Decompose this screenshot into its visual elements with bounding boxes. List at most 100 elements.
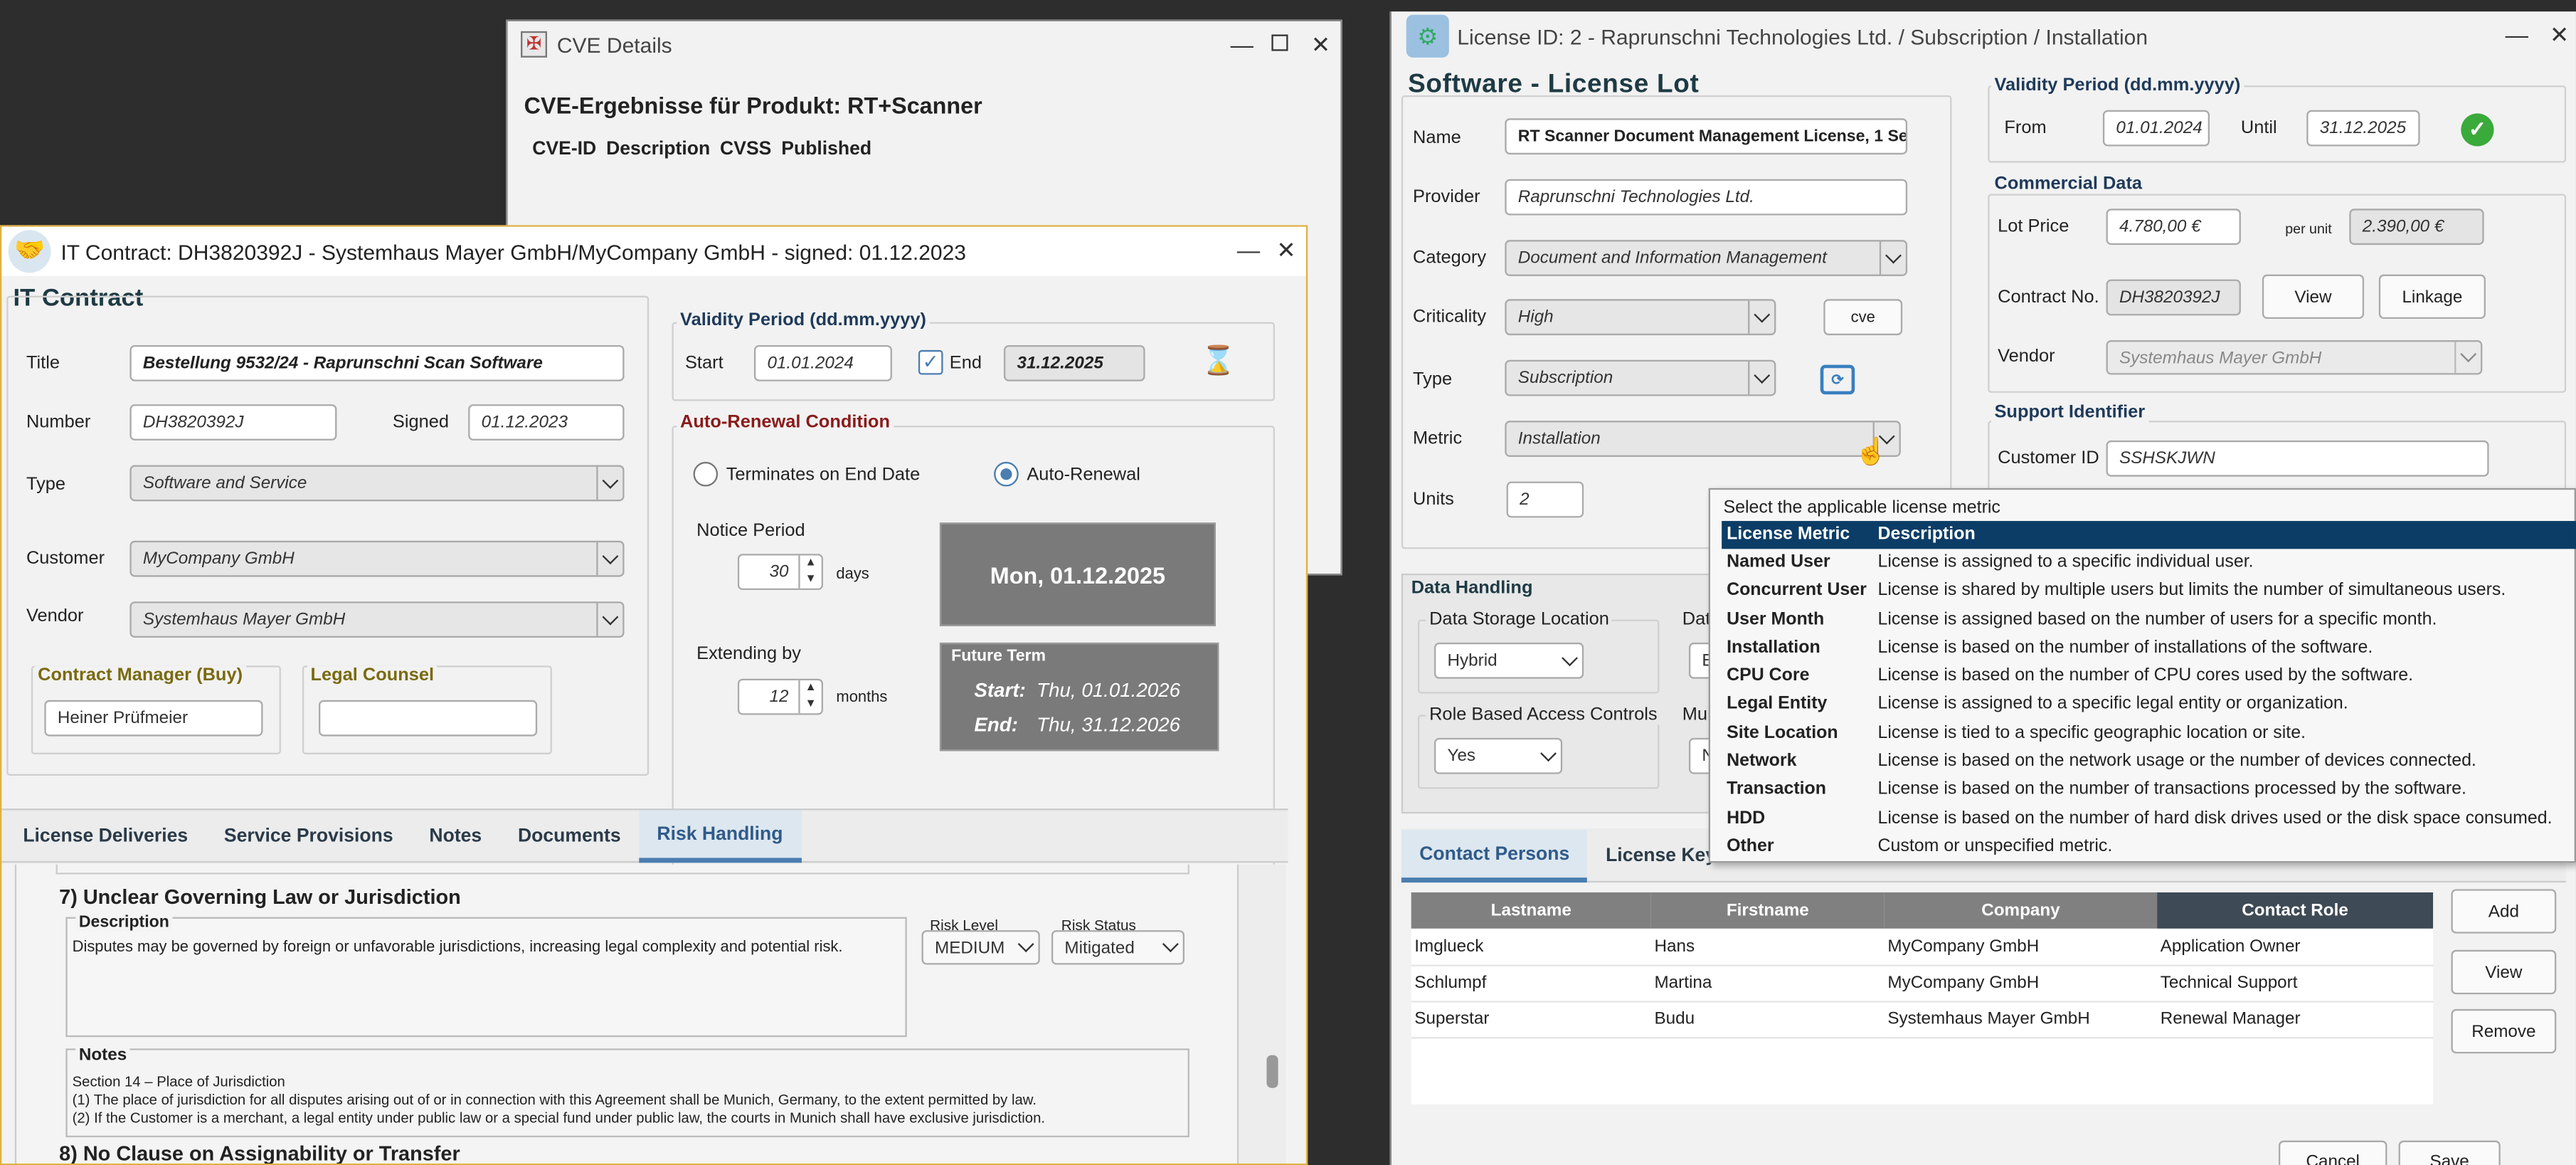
customer-id-input[interactable]: SSHSKJWN [2106, 440, 2489, 477]
criticality-select[interactable]: High [1505, 299, 1776, 336]
metric-option[interactable]: Network License is based on the network u… [1722, 748, 2576, 776]
start-input[interactable]: 01.01.2024 [753, 344, 892, 381]
until-input[interactable]: 31.12.2025 [2306, 110, 2420, 147]
end-input[interactable]: 31.12.2025 [1003, 344, 1145, 381]
maximize-icon[interactable] [1271, 34, 1288, 51]
table-row[interactable]: Superstar Budu Systemhaus Mayer GmbH Ren… [1411, 1001, 2434, 1038]
tab-contact-persons[interactable]: Contact Persons [1401, 830, 1588, 883]
chevron-down-icon[interactable] [1748, 300, 1774, 334]
chevron-down-icon[interactable] [596, 542, 622, 576]
tab-notes[interactable]: Notes [411, 810, 500, 863]
metric-option[interactable]: CPU Core License is based on the number o… [1722, 663, 2576, 691]
metric-option[interactable]: Site Location License is tied to a specif… [1722, 719, 2576, 748]
name-input[interactable]: RT Scanner Document Management License, … [1505, 118, 1908, 155]
cve-col-description[interactable]: Description [606, 139, 710, 159]
metric-option[interactable]: Installation License is based on the numb… [1722, 634, 2576, 663]
cve-button[interactable]: cve [1823, 299, 1903, 336]
number-input[interactable]: DH3820392J [129, 404, 337, 441]
chevron-down-icon[interactable] [1535, 739, 1561, 772]
metric-option[interactable]: HDD License is based on the number of har… [1722, 805, 2576, 833]
chevron-down-icon[interactable] [596, 603, 622, 636]
close-icon[interactable]: ✕ [1276, 237, 1295, 265]
scrollbar-thumb[interactable] [1266, 1055, 1278, 1088]
title-input[interactable]: Bestellung 9532/24 - Raprunschni Scan So… [129, 344, 625, 381]
lot-price-input[interactable]: 4.780,00 € [2106, 209, 2241, 246]
col-firstname[interactable]: Firstname [1650, 892, 1885, 929]
risk-level-select[interactable]: MEDIUM [921, 930, 1040, 965]
scrollbar-track[interactable] [1236, 864, 1287, 1164]
cancel-button[interactable]: Cancel [2278, 1140, 2387, 1165]
tab-license-deliveries[interactable]: License Deliveries [5, 810, 206, 863]
col-lastname[interactable]: Lastname [1411, 892, 1651, 929]
chevron-down-icon[interactable] [2454, 342, 2481, 374]
metric-select[interactable]: Installation [1505, 421, 1901, 457]
type-select[interactable]: Software and Service [129, 465, 625, 502]
metric-option[interactable]: Transaction License is based on the numbe… [1722, 776, 2576, 805]
category-select[interactable]: Document and Information Management [1505, 240, 1908, 276]
storage-select[interactable]: Hybrid [1434, 642, 1584, 679]
notice-stepper[interactable]: ▲ ▼ [798, 555, 821, 589]
view-contact-button[interactable]: View [2451, 949, 2557, 995]
per-unit-input[interactable]: 2.390,00 € [2349, 209, 2484, 246]
chevron-down-icon[interactable] [1556, 644, 1582, 677]
extending-stepper[interactable]: ▲ ▼ [798, 680, 821, 714]
contract-titlebar[interactable]: 🤝 IT Contract: DH3820392J - Systemhaus M… [1, 226, 1306, 276]
save-button[interactable]: Save [2398, 1140, 2501, 1165]
linkage-button[interactable]: Linkage [2378, 274, 2486, 320]
view-contract-button[interactable]: View [2262, 274, 2365, 320]
auto-renewal-label[interactable]: Auto-Renewal [1027, 465, 1140, 485]
customer-select[interactable]: MyCompany GmbH [129, 540, 625, 577]
tab-documents[interactable]: Documents [500, 810, 639, 863]
end-checkbox[interactable]: ✓ [918, 349, 943, 375]
chevron-down-icon[interactable] [1012, 932, 1039, 963]
minimize-icon[interactable]: — [1237, 237, 1260, 263]
tab-service-provisions[interactable]: Service Provisions [206, 810, 411, 863]
cve-titlebar[interactable]: ✠ CVE Details — ✕ [508, 21, 1341, 68]
contract-no-input[interactable]: DH3820392J [2106, 279, 2241, 316]
metric-option[interactable]: User Month License is assigned based on t… [1722, 606, 2576, 634]
metric-option-description: License is based on the number of hard d… [1877, 808, 2553, 828]
metric-option[interactable]: Named User License is assigned to a speci… [1722, 549, 2576, 577]
cve-col-id[interactable]: CVE-ID [532, 139, 596, 159]
risk-status-select[interactable]: Mitigated [1051, 930, 1185, 965]
metric-option[interactable]: Legal Entity License is assigned to a spe… [1722, 691, 2576, 719]
chevron-down-icon[interactable] [1748, 362, 1774, 395]
table-row[interactable]: Imglueck Hans MyCompany GmbH Application… [1411, 929, 2434, 965]
license-titlebar[interactable]: ⚙ License ID: 2 - Raprunschni Technologi… [1392, 11, 2576, 60]
table-row[interactable]: Schlumpf Martina MyCompany GmbH Technica… [1411, 965, 2434, 1001]
vendor-select[interactable]: Systemhaus Mayer GmbH [129, 601, 625, 638]
notes-text[interactable]: Section 14 – Place of Jurisdiction (1) T… [73, 1073, 1183, 1127]
chevron-down-icon[interactable] [1879, 241, 1906, 275]
provider-input[interactable]: Raprunschni Technologies Ltd. [1505, 179, 1908, 216]
calendar-refresh-icon[interactable]: ⟳ [1820, 364, 1855, 395]
lot-price-label: Lot Price [1998, 216, 2069, 237]
license-type-select[interactable]: Subscription [1505, 359, 1776, 396]
tab-risk-handling[interactable]: Risk Handling [639, 810, 801, 863]
metric-option[interactable]: Other Custom or unspecified metric. [1722, 833, 2576, 862]
col-company[interactable]: Company [1884, 892, 2158, 929]
units-input[interactable]: 2 [1506, 481, 1584, 518]
license-vendor-select[interactable]: Systemhaus Mayer GmbH [2106, 340, 2483, 375]
legal-counsel-input[interactable] [319, 700, 538, 737]
terminate-label[interactable]: Terminates on End Date [726, 465, 921, 485]
contract-manager-input[interactable]: Heiner Prüfmeier [44, 700, 263, 737]
minimize-icon[interactable]: — [1231, 31, 1253, 58]
close-icon[interactable]: ✕ [2550, 21, 2569, 49]
terminate-radio[interactable] [693, 461, 719, 487]
col-contact-role[interactable]: Contact Role [2157, 892, 2434, 929]
signed-input[interactable]: 01.12.2023 [468, 404, 625, 441]
chevron-down-icon[interactable] [596, 466, 622, 500]
remove-contact-button[interactable]: Remove [2451, 1008, 2557, 1054]
minimize-icon[interactable]: — [2506, 21, 2528, 48]
rbac-select[interactable]: Yes [1434, 737, 1563, 774]
auto-renewal-radio[interactable] [994, 461, 1019, 487]
chevron-down-icon[interactable] [1157, 932, 1183, 963]
close-icon[interactable]: ✕ [1311, 31, 1330, 59]
metric-option[interactable]: Concurrent User License is shared by mult… [1722, 577, 2576, 606]
category-label: Category [1412, 248, 1487, 268]
add-contact-button[interactable]: Add [2451, 889, 2557, 934]
cve-col-cvss[interactable]: CVSS [720, 139, 771, 159]
from-input[interactable]: 01.01.2024 [2102, 110, 2210, 147]
cve-col-published[interactable]: Published [781, 139, 871, 159]
table-cell: Hans [1654, 936, 1695, 956]
